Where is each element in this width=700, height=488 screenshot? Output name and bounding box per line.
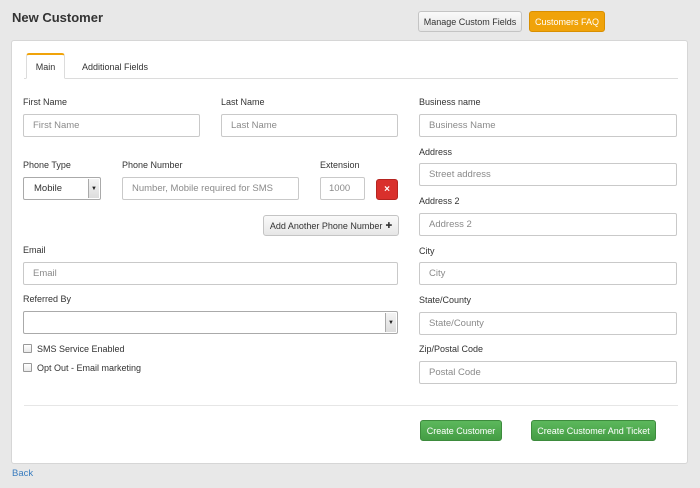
phone-type-label: Phone Type (23, 160, 71, 170)
actions-divider (24, 405, 678, 406)
address-input[interactable] (419, 163, 677, 186)
page-title: New Customer (12, 10, 104, 25)
opt-out-email-label: Opt Out - Email marketing (37, 363, 142, 373)
first-name-label: First Name (23, 97, 68, 107)
manage-custom-fields-button[interactable]: Manage Custom Fields (418, 11, 522, 32)
back-link[interactable]: Back (12, 468, 33, 479)
chevron-down-icon: ▼ (88, 179, 99, 198)
customers-faq-button[interactable]: Customers FAQ (529, 11, 605, 32)
sms-enabled-label: SMS Service Enabled (37, 344, 125, 354)
last-name-label: Last Name (221, 97, 265, 107)
phone-number-input[interactable] (122, 177, 299, 200)
address2-label: Address 2 (419, 196, 460, 206)
address-label: Address (419, 147, 453, 157)
email-label: Email (23, 245, 46, 255)
remove-phone-button[interactable]: × (376, 179, 398, 200)
opt-out-email-checkbox[interactable] (23, 363, 32, 372)
state-input[interactable] (419, 312, 677, 335)
create-customer-button[interactable]: Create Customer (420, 420, 502, 441)
city-label: City (419, 246, 435, 256)
state-label: State/County (419, 295, 472, 305)
extension-label: Extension (320, 160, 360, 170)
email-input[interactable] (23, 262, 398, 285)
tab-additional-fields[interactable]: Additional Fields (72, 55, 158, 79)
address2-input[interactable] (419, 213, 677, 236)
chevron-down-icon: ▼ (385, 313, 396, 332)
referred-by-label: Referred By (23, 294, 72, 304)
zip-label: Zip/Postal Code (419, 344, 484, 354)
business-name-label: Business name (419, 97, 481, 107)
add-phone-button[interactable]: Add Another Phone Number ✚ (263, 215, 399, 236)
add-phone-label: Add Another Phone Number (269, 220, 383, 231)
referred-by-select[interactable]: ▼ (23, 311, 398, 334)
phone-number-label: Phone Number (122, 160, 183, 170)
zip-input[interactable] (419, 361, 677, 384)
close-icon: × (384, 184, 390, 195)
last-name-input[interactable] (221, 114, 398, 137)
tab-main[interactable]: Main (26, 53, 65, 79)
extension-input[interactable] (320, 177, 365, 200)
phone-type-select[interactable]: Mobile ▼ (23, 177, 101, 200)
phone-type-value: Mobile (34, 183, 62, 194)
city-input[interactable] (419, 262, 677, 285)
business-name-input[interactable] (419, 114, 677, 137)
sms-enabled-checkbox[interactable] (23, 344, 32, 353)
form-panel (11, 40, 688, 464)
first-name-input[interactable] (23, 114, 200, 137)
plus-icon: ✚ (385, 221, 393, 230)
create-customer-and-ticket-button[interactable]: Create Customer And Ticket (531, 420, 656, 441)
